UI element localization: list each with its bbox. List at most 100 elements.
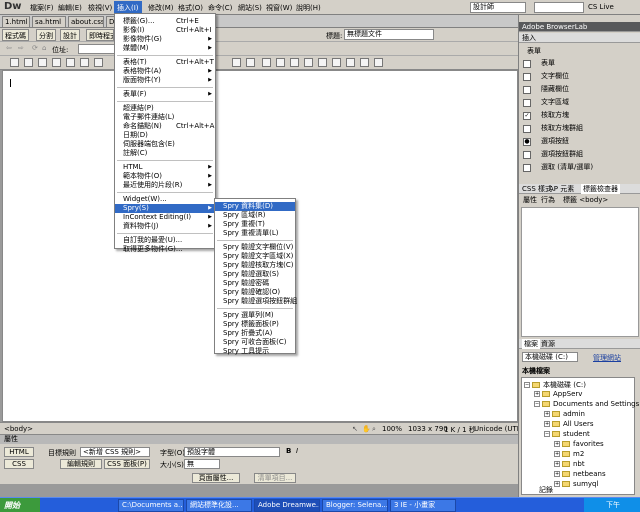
tree-node[interactable]: + admin [544,410,585,418]
insert_menu-item[interactable]: 標籤(G)... Ctrl+E [115,17,215,26]
insert_menu-item[interactable]: 超連結(P) [115,104,215,113]
tool-icon[interactable] [52,58,61,67]
manage-sites-link[interactable]: 管理網站 [593,353,621,363]
tool-icon[interactable] [38,58,47,67]
insert_menu-item[interactable]: 自訂我的最愛(U)... [115,236,215,245]
expand-icon[interactable]: + [554,451,560,457]
tool-icon[interactable] [332,58,341,67]
collapse-icon[interactable]: − [534,401,540,407]
search-input[interactable] [534,2,584,13]
expand-icon[interactable]: + [554,461,560,467]
tree-node[interactable]: − Documents and Settings [534,400,639,408]
forward-icon[interactable]: ⇨ [18,44,24,52]
cs-live[interactable]: CS Live [588,3,614,11]
insert_menu-item[interactable]: 版面物件(Y) ▶ [115,76,215,85]
tool-icon[interactable] [276,58,285,67]
spry_menu-item[interactable]: Spry 折疊式(A) [215,329,295,338]
expand-icon[interactable]: + [534,391,540,397]
tab-css-styles[interactable]: CSS 樣式 [522,184,552,194]
insert-select[interactable]: 選取 (清單/選單) [521,161,637,174]
insert_menu-item[interactable]: 命名錨點(N) Ctrl+Alt+A [115,122,215,131]
spry_menu-item[interactable]: Spry 驗證核取方塊(C) [215,261,295,270]
log-button[interactable]: 記錄 [539,485,553,495]
tab-assets[interactable]: 資源 [541,339,555,349]
menu-window[interactable]: 視窗(W) [266,3,292,13]
italic-button[interactable]: I [296,447,298,455]
tool-icon[interactable] [374,58,383,67]
collapse-icon[interactable]: − [544,431,550,437]
back-icon[interactable]: ⇦ [6,44,12,52]
tool-icon[interactable] [346,58,355,67]
menu-view[interactable]: 檢視(V) [88,3,112,13]
taskbar-item[interactable]: C:\Documents a... [118,499,184,512]
tool-icon[interactable] [24,58,33,67]
browserlab-panel[interactable]: Adobe BrowserLab [519,22,640,32]
tab-behaviors[interactable]: 行為 [541,195,555,205]
insert_menu-item[interactable]: HTML ▶ [115,163,215,172]
tree-node[interactable]: + All Users [544,420,594,428]
spry_menu-item[interactable]: Spry 驗證文字欄位(V) [215,243,295,252]
spry_menu-item[interactable]: Spry 標籤面板(P) [215,320,295,329]
spry_menu-item[interactable]: Spry 區域(R) [215,211,295,220]
insert_menu-item[interactable]: 範本物件(O) ▶ [115,172,215,181]
css-mode-button[interactable]: CSS [4,459,34,469]
insert-checkbox-group[interactable]: 核取方塊群組 [521,122,637,135]
drive-select[interactable]: 本機磁碟 (C:) [522,352,578,362]
expand-icon[interactable]: + [544,421,550,427]
spry_menu-item[interactable]: Spry 資料集(D) [215,202,295,211]
collapse-icon[interactable]: − [524,382,530,388]
insert_menu-item[interactable]: 電子郵件連結(L) [115,113,215,122]
menu-commands[interactable]: 命令(C) [208,3,232,13]
expand-icon[interactable]: + [554,481,560,487]
spry_menu-item[interactable]: Spry 重複清單(L) [215,229,295,238]
insert_menu-item[interactable]: Widget(W)... [115,195,215,204]
tree-node[interactable]: + nbt [554,460,585,468]
insert-hidden-field[interactable]: 隱藏欄位 [521,83,637,96]
tree-node[interactable]: + sumyql [554,480,598,488]
insert_menu-item[interactable]: 資料物件(J) ▶ [115,222,215,231]
insert_menu-item[interactable]: 表單(F) ▶ [115,90,215,99]
tree-node[interactable]: − student [544,430,590,438]
insert_menu-item[interactable]: 伺服器端包含(E) [115,140,215,149]
menu-format[interactable]: 格式(O) [178,3,203,13]
insert_menu-item[interactable]: 表格物件(A) ▶ [115,67,215,76]
refresh-icon[interactable]: ⟳ [32,44,38,52]
insert_menu-item[interactable]: 日期(D) [115,131,215,140]
doc-tab[interactable]: about.css [68,16,104,28]
code-view-button[interactable]: 程式碼 [2,29,29,41]
menu-file[interactable]: 檔案(F) [30,3,54,13]
tool-icon[interactable] [262,58,271,67]
tree-node[interactable]: + favorites [554,440,604,448]
doc-tab[interactable]: 1.html [2,16,30,28]
taskbar-item[interactable]: 3 IE - 小畫家 [390,499,456,512]
insert_menu-item[interactable]: 最近使用的片段(R) ▶ [115,181,215,190]
taskbar-item[interactable]: Adobe Dreamwe... [254,499,320,512]
insert-textarea[interactable]: 文字區域 [521,96,637,109]
tool-icon[interactable] [290,58,299,67]
tab-attributes[interactable]: 屬性 [523,195,537,205]
tree-node[interactable]: + netbeans [554,470,606,478]
insert_menu-item[interactable]: 取得更多物件(G)... [115,245,215,254]
target-rule-select[interactable]: <新增 CSS 規則> [80,447,150,457]
zoom-level[interactable]: 100% [382,425,402,433]
tool-icon[interactable] [246,58,255,67]
split-view-button[interactable]: 分割 [36,29,56,41]
spry_menu-item[interactable]: Spry 重複(T) [215,220,295,229]
home-icon[interactable]: ⌂ [42,44,46,52]
list-item-button[interactable]: 清單項目... [254,473,296,483]
insert-form[interactable]: 表單 [521,57,637,70]
tab-ap-elements[interactable]: AP 元素 [549,184,574,194]
bold-button[interactable]: B [286,447,291,455]
tree-node[interactable]: + AppServ [534,390,582,398]
insert_menu-item[interactable]: 註解(C) [115,149,215,158]
design-view-button[interactable]: 設計 [60,29,80,41]
tool-icon[interactable] [232,58,241,67]
menu-modify[interactable]: 修改(M) [148,3,174,13]
insert-panel-title[interactable]: 插入 [519,33,640,43]
insert_menu-item[interactable]: 影像(I) Ctrl+Alt+I [115,26,215,35]
insert_menu-item[interactable]: 影像物件(G) ▶ [115,35,215,44]
tool-icon[interactable] [318,58,327,67]
tool-icon[interactable] [94,58,103,67]
taskbar-item[interactable]: Blogger: Selena... [322,499,388,512]
taskbar-item[interactable]: 網站標準化設... [186,499,252,512]
